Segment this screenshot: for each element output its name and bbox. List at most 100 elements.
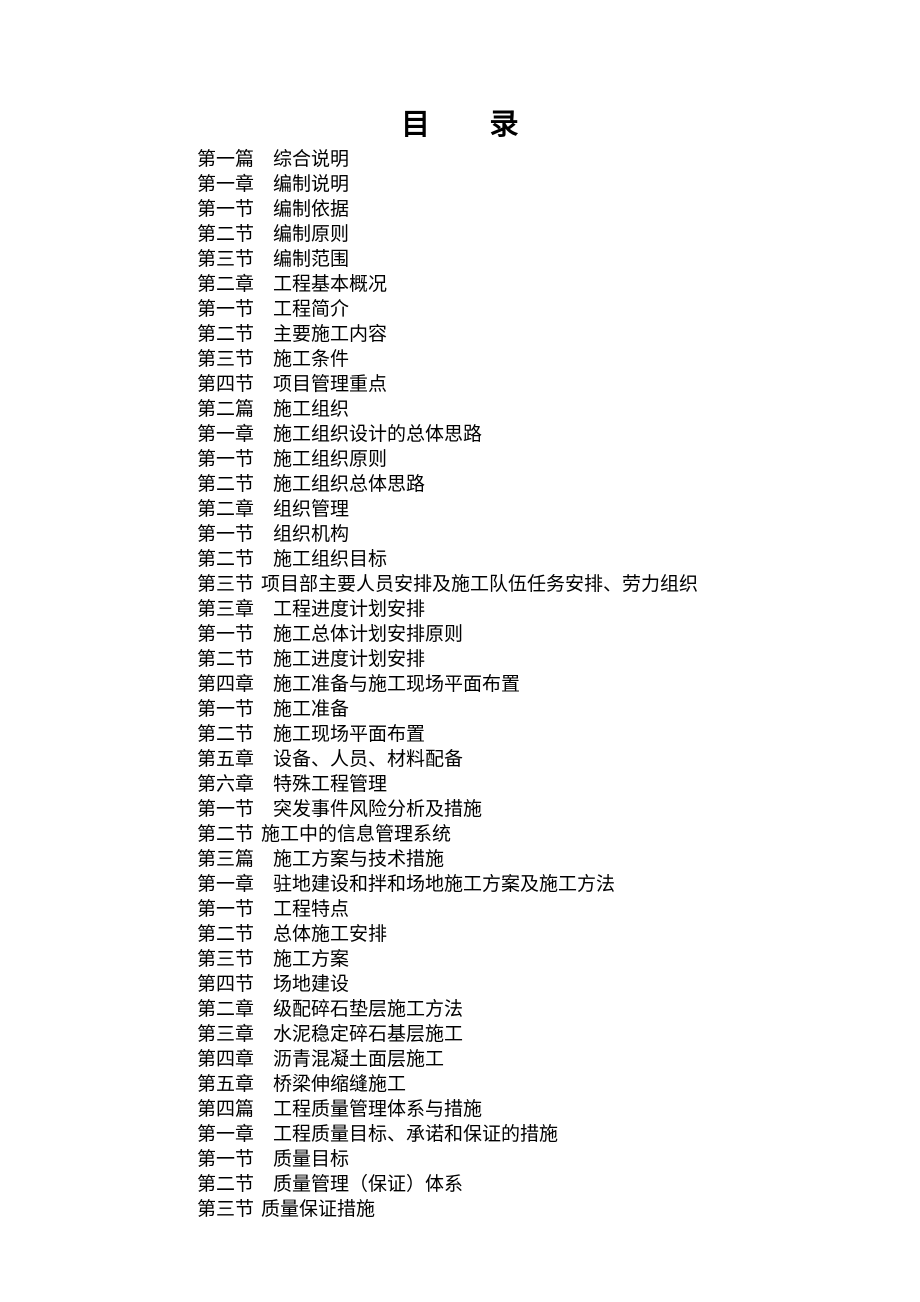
toc-entry[interactable]: 第三节 施工条件 xyxy=(197,347,897,372)
toc-entry[interactable]: 第三节 施工方案 xyxy=(197,947,897,972)
toc-entry-label: 第五章 xyxy=(197,748,255,770)
toc-entry[interactable]: 第一节 突发事件风险分析及措施 xyxy=(197,797,897,822)
toc-entry[interactable]: 第三节 编制范围 xyxy=(197,247,897,272)
page-title: 目 录 xyxy=(400,107,519,141)
toc-entry[interactable]: 第一节 编制依据 xyxy=(197,197,897,222)
toc-entry[interactable]: 第三篇 施工方案与技术措施 xyxy=(197,847,897,872)
toc-entry[interactable]: 第一章 工程质量目标、承诺和保证的措施 xyxy=(197,1122,897,1147)
toc-entry-label: 第一章 xyxy=(197,423,255,445)
toc-entry[interactable]: 第四章 施工准备与施工现场平面布置 xyxy=(197,672,897,697)
toc-entry-label: 第四章 xyxy=(197,673,255,695)
toc-entry-title: 施工方案与技术措施 xyxy=(273,848,445,870)
toc-entry[interactable]: 第一节 工程简介 xyxy=(197,297,897,322)
toc-entry-label: 第二节 xyxy=(197,648,255,670)
document-page: 目 录 第一篇 综合说明 第一章 编制说明 第一节 编制依据 第二节 编制原则 第三节 编制范围第… xyxy=(0,0,920,1302)
toc-entry-label: 第二篇 xyxy=(197,398,255,420)
toc-entry[interactable]: 第三节 质量保证措施 xyxy=(197,1197,897,1222)
toc-entry[interactable]: 第一节 施工组织原则 xyxy=(197,447,897,472)
toc-entry[interactable]: 第二节 施工中的信息管理系统 xyxy=(197,822,897,847)
toc-entry[interactable]: 第一章 编制说明 xyxy=(197,172,897,197)
toc-entry-title: 施工现场平面布置 xyxy=(273,723,426,745)
toc-entry[interactable]: 第三章 工程进度计划安排 xyxy=(197,597,897,622)
toc-entry[interactable]: 第六章 特殊工程管理 xyxy=(197,772,897,797)
toc-entry-label: 第一节 xyxy=(197,448,255,470)
toc-entry[interactable]: 第二篇 施工组织 xyxy=(197,397,897,422)
toc-entry-label: 第二章 xyxy=(197,273,255,295)
toc-entry-title: 施工组织原则 xyxy=(273,448,388,470)
toc-entry-title: 驻地建设和拌和场地施工方案及施工方法 xyxy=(273,873,616,895)
toc-entry[interactable]: 第一节 质量目标 xyxy=(197,1147,897,1172)
toc-entry[interactable]: 第一节 施工准备 xyxy=(197,697,897,722)
toc-entry-title: 桥梁伸缩缝施工 xyxy=(273,1073,407,1095)
toc-entry-title: 特殊工程管理 xyxy=(273,773,388,795)
toc-entry-title: 施工准备 xyxy=(273,698,350,720)
toc-entry-label: 第三节 xyxy=(197,948,255,970)
toc-entry-title: 编制说明 xyxy=(273,173,350,195)
toc-entry-label: 第一节 xyxy=(197,623,255,645)
toc-entry-title: 主要施工内容 xyxy=(273,323,388,345)
toc-entry-title: 工程基本概况 xyxy=(273,273,388,295)
toc-entry-label: 第一章 xyxy=(197,873,255,895)
toc-entry[interactable]: 第四篇 工程质量管理体系与措施 xyxy=(197,1097,897,1122)
toc-entry[interactable]: 第二节 主要施工内容 xyxy=(197,322,897,347)
toc-entry[interactable]: 第二章 工程基本概况 xyxy=(197,272,897,297)
toc-entry[interactable]: 第三节 项目部主要人员安排及施工队伍任务安排、劳力组织 xyxy=(197,572,897,597)
toc-entry-label: 第一节 xyxy=(197,798,255,820)
toc-entry-title: 施工组织 xyxy=(273,398,350,420)
toc-entry[interactable]: 第二节 施工组织目标 xyxy=(197,547,897,572)
toc-entry-label: 第三章 xyxy=(197,598,255,620)
toc-entry-label: 第三篇 xyxy=(197,848,255,870)
toc-entry-title: 级配碎石垫层施工方法 xyxy=(273,998,464,1020)
toc-entry-label: 第一节 xyxy=(197,198,255,220)
toc-entry-label: 第三节 xyxy=(197,1198,255,1220)
toc-entry[interactable]: 第四节 项目管理重点 xyxy=(197,372,897,397)
toc-entry-title: 项目部主要人员安排及施工队伍任务安排、劳力组织 xyxy=(261,573,699,595)
toc-entry-title: 工程进度计划安排 xyxy=(273,598,426,620)
toc-entry[interactable]: 第二节 施工现场平面布置 xyxy=(197,722,897,747)
toc-entry[interactable]: 第四章 沥青混凝土面层施工 xyxy=(197,1047,897,1072)
toc-entry-title: 工程质量目标、承诺和保证的措施 xyxy=(273,1123,559,1145)
toc-entry-title: 综合说明 xyxy=(273,148,350,170)
toc-entry-label: 第二章 xyxy=(197,498,255,520)
toc-entry[interactable]: 第一篇 综合说明 xyxy=(197,147,897,172)
toc-entry[interactable]: 第五章 设备、人员、材料配备 xyxy=(197,747,897,772)
toc-entry[interactable]: 第二章 级配碎石垫层施工方法 xyxy=(197,997,897,1022)
toc-entry[interactable]: 第二节 总体施工安排 xyxy=(197,922,897,947)
toc-entry-label: 第三节 xyxy=(197,348,255,370)
toc-entry[interactable]: 第一节 工程特点 xyxy=(197,897,897,922)
toc-entry-title: 工程特点 xyxy=(273,898,350,920)
toc-entry[interactable]: 第一节 施工总体计划安排原则 xyxy=(197,622,897,647)
toc-entry[interactable]: 第三章 水泥稳定碎石基层施工 xyxy=(197,1022,897,1047)
toc-entry-title: 施工进度计划安排 xyxy=(273,648,426,670)
toc-entry[interactable]: 第五章 桥梁伸缩缝施工 xyxy=(197,1072,897,1097)
toc-entry-label: 第二节 xyxy=(197,323,255,345)
toc-entry[interactable]: 第一节 组织机构 xyxy=(197,522,897,547)
toc-entry-label: 第一节 xyxy=(197,698,255,720)
toc-entry-label: 第一章 xyxy=(197,1123,255,1145)
toc-entry-label: 第二章 xyxy=(197,998,255,1020)
toc-entry[interactable]: 第二章 组织管理 xyxy=(197,497,897,522)
toc-entry-title: 施工中的信息管理系统 xyxy=(261,823,452,845)
toc-entry[interactable]: 第二节 质量管理（保证）体系 xyxy=(197,1172,897,1197)
toc-entry[interactable]: 第二节 施工进度计划安排 xyxy=(197,647,897,672)
toc-entry-title: 总体施工安排 xyxy=(273,923,388,945)
toc-entry-label: 第二节 xyxy=(197,548,255,570)
toc-entry-label: 第五章 xyxy=(197,1073,255,1095)
toc-entry-title: 编制原则 xyxy=(273,223,350,245)
toc-entry-label: 第四节 xyxy=(197,373,255,395)
toc-entry[interactable]: 第二节 编制原则 xyxy=(197,222,897,247)
toc-entry-title: 工程简介 xyxy=(273,298,350,320)
toc-entry-title: 编制依据 xyxy=(273,198,350,220)
toc-entry[interactable]: 第四节 场地建设 xyxy=(197,972,897,997)
toc-entry-label: 第一节 xyxy=(197,298,255,320)
toc-entry-label: 第一篇 xyxy=(197,148,255,170)
toc-entry-title: 施工方案 xyxy=(273,948,350,970)
toc-entry-title: 质量管理（保证）体系 xyxy=(273,1173,464,1195)
toc-entry-title: 项目管理重点 xyxy=(273,373,388,395)
toc-entry-title: 设备、人员、材料配备 xyxy=(273,748,464,770)
toc-entry[interactable]: 第一章 施工组织设计的总体思路 xyxy=(197,422,897,447)
toc-entry-label: 第四章 xyxy=(197,1048,255,1070)
toc-entry-title: 水泥稳定碎石基层施工 xyxy=(273,1023,464,1045)
toc-entry[interactable]: 第二节 施工组织总体思路 xyxy=(197,472,897,497)
toc-entry[interactable]: 第一章 驻地建设和拌和场地施工方案及施工方法 xyxy=(197,872,897,897)
